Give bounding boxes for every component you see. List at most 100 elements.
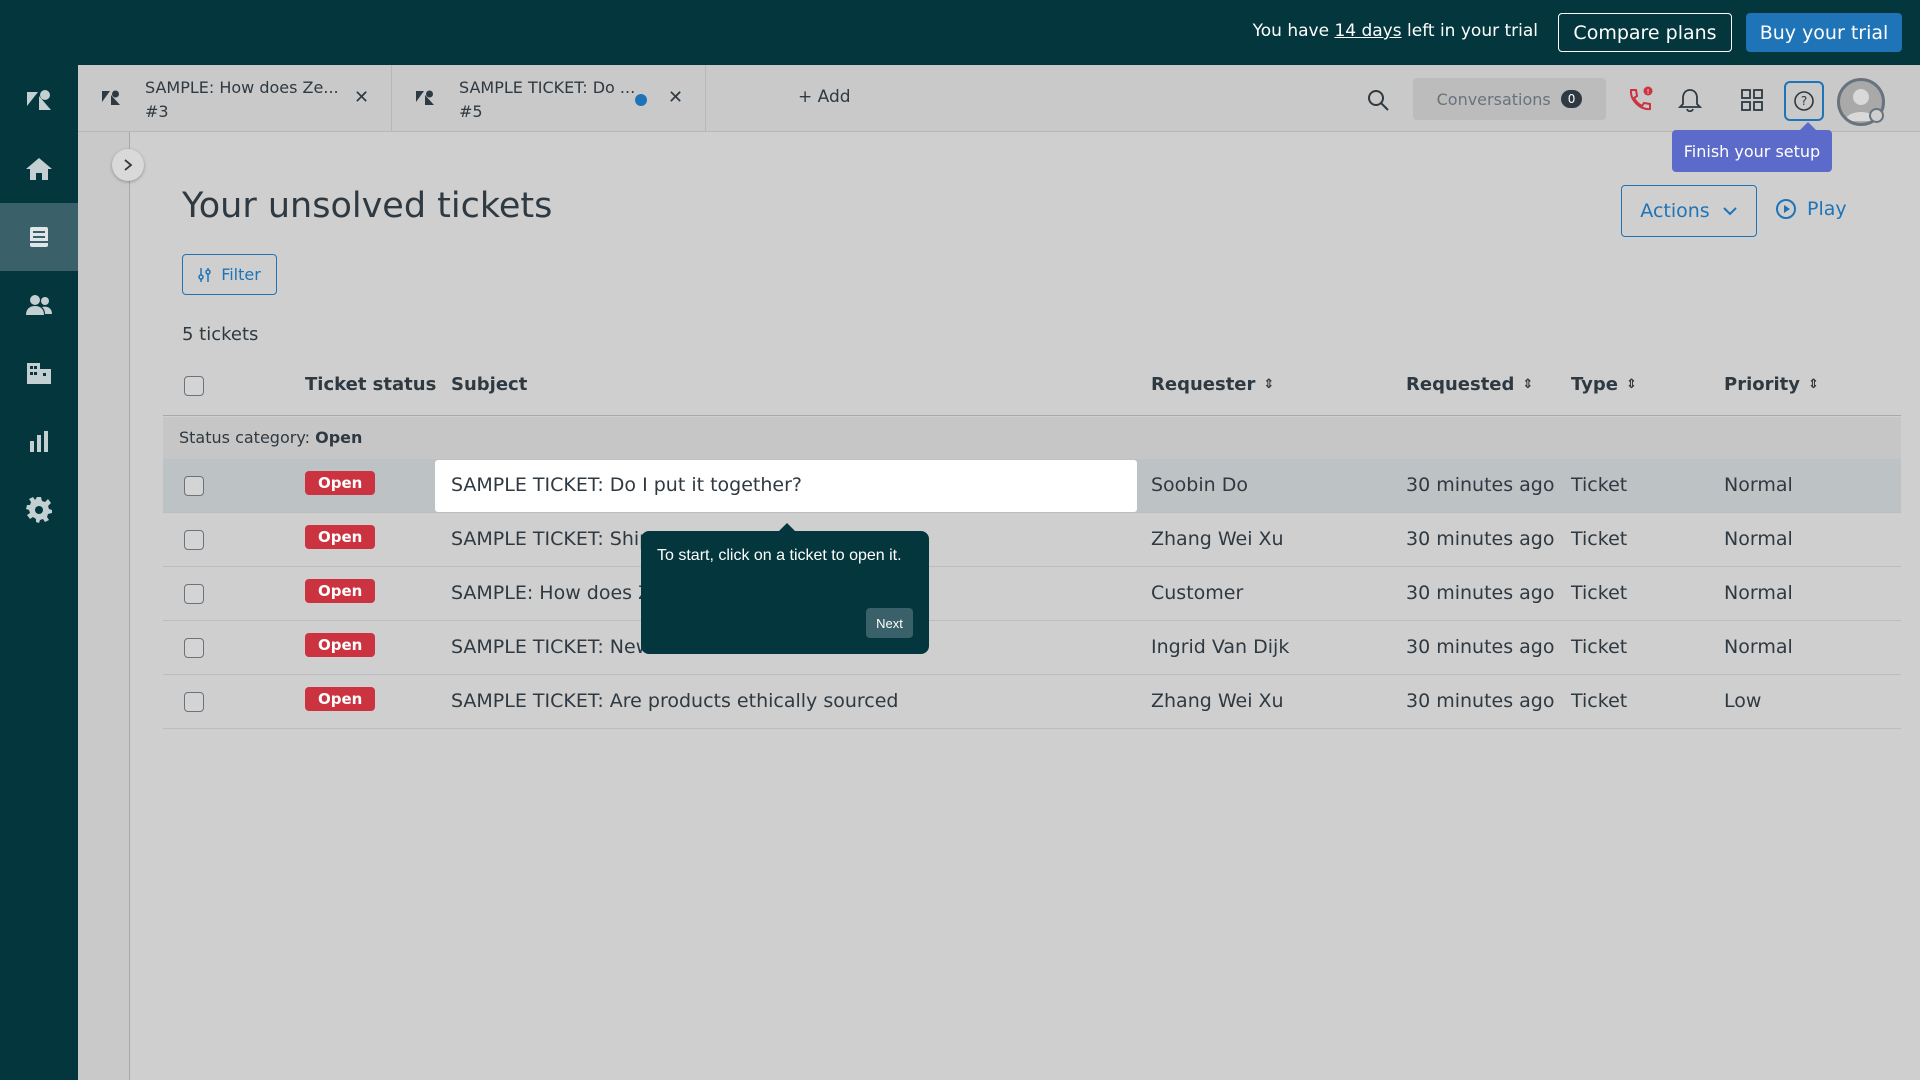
column-requested[interactable]: Requested ⇕ xyxy=(1406,374,1533,395)
sort-icon: ⇕ xyxy=(1808,377,1819,392)
trial-prefix: You have xyxy=(1252,21,1335,41)
filter-label: Filter xyxy=(221,265,261,284)
admin-gear-icon[interactable] xyxy=(0,475,78,543)
tab-ticket-5[interactable]: SAMPLE TICKET: Do ... #5 ✕ xyxy=(392,65,706,132)
trial-suffix: left in your trial xyxy=(1401,21,1538,41)
plus-icon: + xyxy=(798,87,818,107)
tab-ticket-id: #5 xyxy=(459,102,483,121)
requester: Soobin Do xyxy=(1151,474,1248,496)
requester: Ingrid Van Dijk xyxy=(1151,636,1290,658)
play-button[interactable]: Play xyxy=(1775,198,1847,220)
play-label: Play xyxy=(1807,198,1847,220)
trial-days-link[interactable]: 14 days xyxy=(1334,21,1401,41)
sliders-icon xyxy=(198,267,211,282)
home-icon[interactable] xyxy=(0,135,78,203)
help-button[interactable]: ? xyxy=(1784,81,1824,121)
search-icon[interactable] xyxy=(1366,88,1390,112)
buy-trial-button[interactable]: Buy your trial xyxy=(1746,13,1902,52)
row-checkbox[interactable] xyxy=(184,584,204,604)
requester: Zhang Wei Xu xyxy=(1151,528,1284,550)
onboarding-tooltip: To start, click on a ticket to open it. … xyxy=(641,523,929,654)
next-button[interactable]: Next xyxy=(866,608,913,638)
views-icon[interactable] xyxy=(0,203,78,271)
requested-time: 30 minutes ago xyxy=(1406,690,1555,712)
bell-icon[interactable] xyxy=(1677,87,1703,113)
row-checkbox[interactable] xyxy=(184,692,204,712)
status-badge: Open xyxy=(305,525,376,549)
row-checkbox[interactable] xyxy=(184,530,204,550)
row-checkbox[interactable] xyxy=(184,638,204,658)
page-title: Your unsolved tickets xyxy=(182,186,553,226)
expand-views-button[interactable] xyxy=(112,149,144,181)
ticket-type: Ticket xyxy=(1571,582,1628,604)
ticket-subject[interactable]: SAMPLE TICKET: Shipp xyxy=(451,528,663,550)
table-header: Ticket status Subject Requester ⇕ Request… xyxy=(163,360,1901,416)
status-badge: Open xyxy=(305,471,376,495)
tab-title: SAMPLE TICKET: Do ... xyxy=(459,78,636,97)
ticket-count: 5 tickets xyxy=(182,324,259,345)
status-badge: Open xyxy=(305,633,376,657)
close-icon[interactable]: ✕ xyxy=(354,87,369,108)
trial-banner: You have 14 days left in your trial Comp… xyxy=(0,0,1920,65)
svg-text:!: ! xyxy=(1647,88,1650,96)
group-label: Status category: xyxy=(179,428,316,447)
status-badge: Open xyxy=(305,687,376,711)
chevron-down-icon xyxy=(1722,207,1737,216)
chevron-right-icon xyxy=(124,159,133,171)
table-row[interactable]: Open SAMPLE TICKET: Do I put it together… xyxy=(163,459,1901,513)
ticket-priority: Low xyxy=(1724,690,1762,712)
main-sidebar xyxy=(0,65,78,1080)
conversations-label: Conversations xyxy=(1436,89,1551,109)
apps-grid-icon[interactable] xyxy=(1740,88,1764,112)
ticket-priority: Normal xyxy=(1724,636,1793,658)
phone-icon[interactable]: ! xyxy=(1625,86,1653,114)
trial-message: You have 14 days left in your trial xyxy=(1253,21,1538,41)
row-checkbox[interactable] xyxy=(184,476,204,496)
ticket-type: Ticket xyxy=(1571,528,1628,550)
ticket-type: Ticket xyxy=(1571,474,1628,496)
table-row[interactable]: Open SAMPLE TICKET: Shipp Zhang Wei Xu 3… xyxy=(163,513,1901,567)
finish-setup-tooltip[interactable]: Finish your setup xyxy=(1672,122,1832,172)
table-row[interactable]: Open SAMPLE TICKET: Are products ethical… xyxy=(163,675,1901,729)
conversations-button[interactable]: Conversations 0 xyxy=(1413,78,1606,120)
table-row[interactable]: Open SAMPLE TICKET: New c Ingrid Van Dij… xyxy=(163,621,1901,675)
ticket-type: Ticket xyxy=(1571,690,1628,712)
requester: Customer xyxy=(1151,582,1244,604)
add-tab-label: Add xyxy=(817,87,851,107)
column-subject: Subject xyxy=(451,374,528,395)
filter-button[interactable]: Filter xyxy=(182,254,277,295)
add-tab-button[interactable]: + Add xyxy=(798,87,851,107)
ticket-subject[interactable]: SAMPLE TICKET: New c xyxy=(451,636,668,658)
requested-time: 30 minutes ago xyxy=(1406,528,1555,550)
requested-time: 30 minutes ago xyxy=(1406,474,1555,496)
reporting-icon[interactable] xyxy=(0,407,78,475)
column-type[interactable]: Type ⇕ xyxy=(1571,374,1637,395)
actions-button[interactable]: Actions xyxy=(1621,185,1757,237)
organizations-icon[interactable] xyxy=(0,339,78,407)
compare-plans-button[interactable]: Compare plans xyxy=(1558,13,1732,52)
table-row[interactable]: Open SAMPLE: How does Ze Customer 30 min… xyxy=(163,567,1901,621)
customers-icon[interactable] xyxy=(0,271,78,339)
tab-ticket-3[interactable]: SAMPLE: How does Ze... #3 ✕ xyxy=(78,65,392,132)
status-group-header: Status category: Open xyxy=(163,417,1901,459)
select-all-checkbox[interactable] xyxy=(184,376,204,396)
column-priority[interactable]: Priority ⇕ xyxy=(1724,374,1819,395)
ticket-priority: Normal xyxy=(1724,474,1793,496)
tab-title: SAMPLE: How does Ze... xyxy=(145,78,339,97)
ticket-subject[interactable]: SAMPLE TICKET: Are products ethically so… xyxy=(451,690,898,712)
requester: Zhang Wei Xu xyxy=(1151,690,1284,712)
unsaved-indicator-dot xyxy=(635,94,647,106)
column-requester[interactable]: Requester ⇕ xyxy=(1151,374,1274,395)
conversations-count-badge: 0 xyxy=(1560,90,1583,108)
onboarding-text: To start, click on a ticket to open it. xyxy=(657,547,902,564)
sort-icon: ⇕ xyxy=(1522,377,1534,392)
requested-time: 30 minutes ago xyxy=(1406,636,1555,658)
status-indicator-dot xyxy=(1869,108,1884,123)
status-badge: Open xyxy=(305,579,376,603)
ticket-subject[interactable]: SAMPLE TICKET: Do I put it together? xyxy=(451,474,802,496)
requested-time: 30 minutes ago xyxy=(1406,582,1555,604)
zendesk-logo-icon[interactable] xyxy=(0,67,78,135)
play-icon xyxy=(1776,199,1796,219)
close-icon[interactable]: ✕ xyxy=(668,87,683,108)
ticket-subject[interactable]: SAMPLE: How does Ze xyxy=(451,582,663,604)
